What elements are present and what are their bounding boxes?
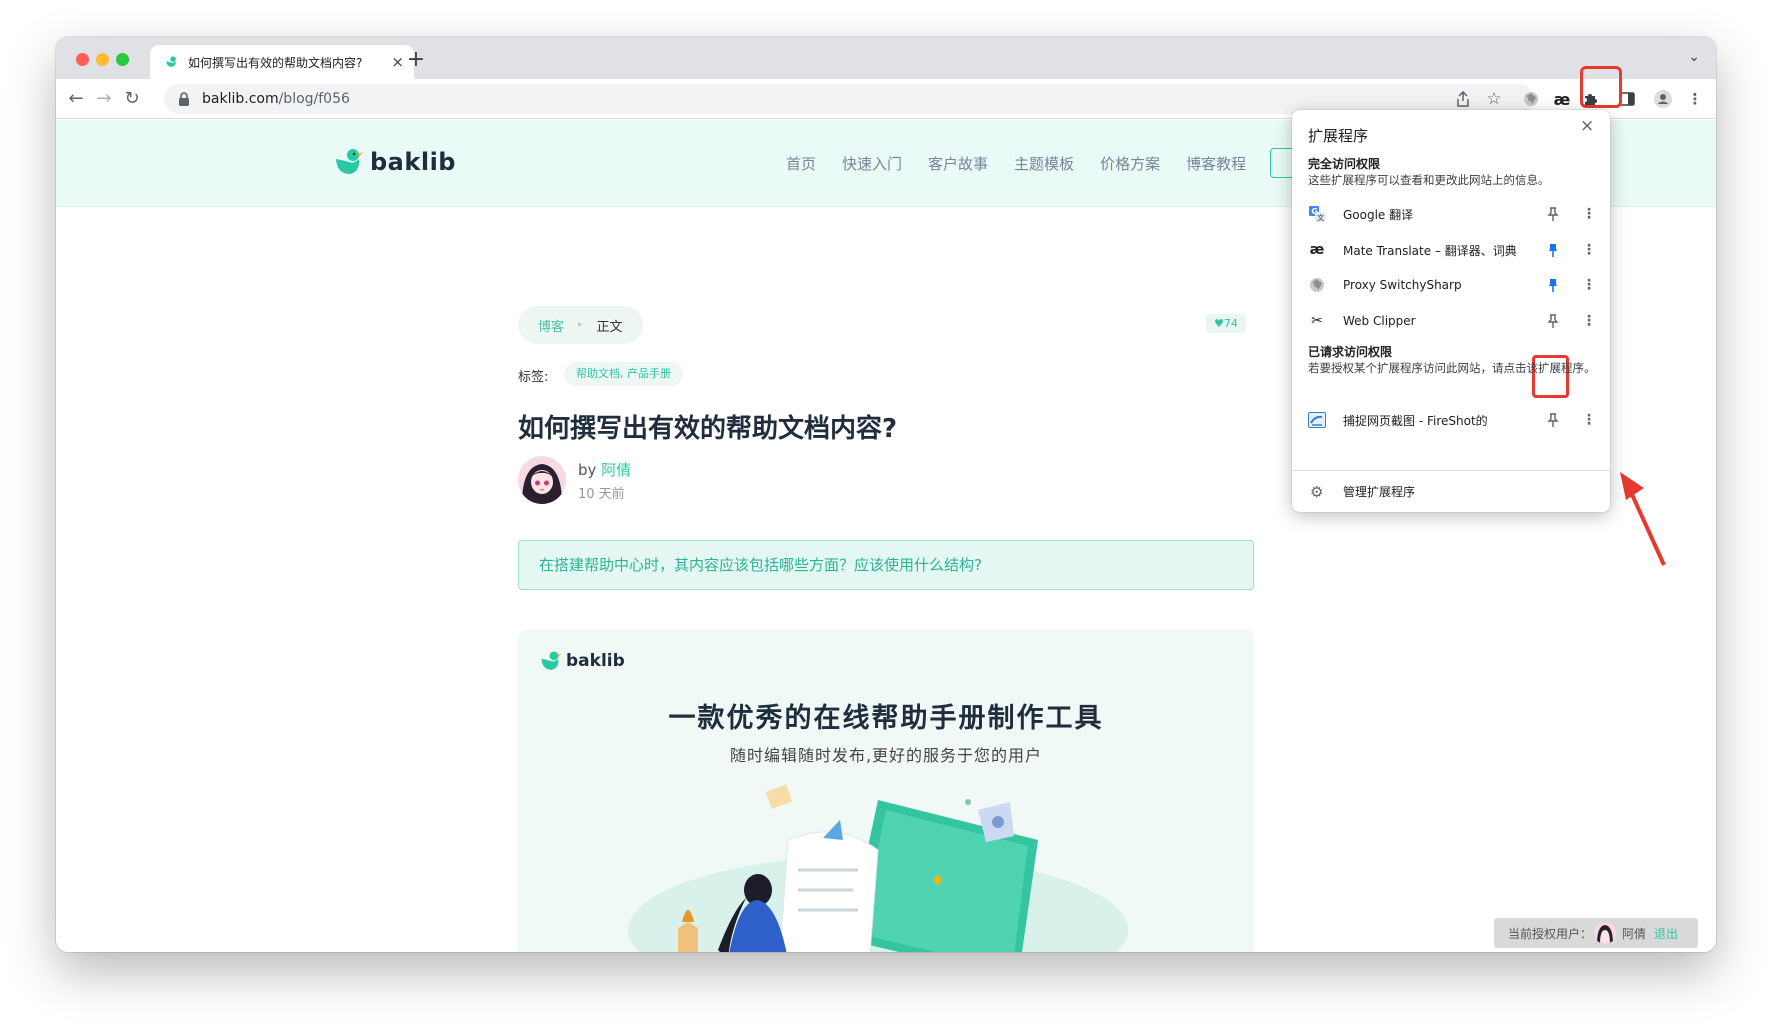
profile-avatar-icon[interactable]	[1652, 88, 1674, 110]
reload-icon[interactable]: ↻	[120, 87, 144, 111]
pinned-icon[interactable]	[1545, 277, 1561, 293]
extension-more-icon[interactable]: ⋮	[1582, 313, 1596, 329]
extension-name: 捕捉网页截图 - FireShot的	[1343, 413, 1488, 428]
auth-user-name: 阿倩	[1622, 926, 1647, 941]
requested-access-title: 已请求访问权限	[1308, 345, 1393, 359]
pin-icon[interactable]	[1545, 313, 1561, 329]
extension-row-proxy-switchysharp[interactable]: Proxy SwitchySharp ⋮	[1292, 265, 1610, 305]
banner-logo-text: baklib	[566, 651, 625, 671]
extension-more-icon[interactable]: ⋮	[1582, 206, 1596, 222]
tags-label: 标签:	[518, 370, 549, 385]
author-avatar[interactable]	[518, 456, 566, 504]
tab-active[interactable]: 如何撰写出有效的帮助文档内容? ×	[150, 45, 414, 79]
extension-name: Proxy SwitchySharp	[1343, 278, 1462, 292]
site-logo[interactable]: baklib	[334, 147, 456, 177]
author-name-link[interactable]: 阿倩	[601, 461, 631, 479]
mate-translate-toolbar-icon[interactable]: æ	[1551, 88, 1573, 110]
lock-icon	[179, 92, 189, 106]
mate-translate-icon: æ	[1309, 242, 1325, 258]
auth-label: 当前授权用户：	[1508, 926, 1593, 941]
share-icon[interactable]	[1452, 88, 1474, 110]
full-access-desc: 这些扩展程序可以查看和更改此网站上的信息。	[1308, 173, 1550, 187]
extension-name: Google 翻译	[1343, 207, 1414, 222]
back-icon[interactable]: ←	[64, 87, 88, 111]
pin-icon[interactable]	[1545, 412, 1561, 428]
nav-blog[interactable]: 博客教程	[1186, 153, 1246, 174]
extension-row-web-clipper[interactable]: ✂ Web Clipper ⋮	[1292, 301, 1610, 341]
browser-menu-icon[interactable]: ⋮	[1684, 88, 1706, 110]
extension-name: Web Clipper	[1343, 314, 1416, 328]
extensions-button-highlight	[1580, 66, 1622, 108]
baklib-bird-icon	[541, 651, 562, 670]
tab-search-icon[interactable]: ⌄	[1688, 49, 1700, 65]
popup-title: 扩展程序	[1308, 127, 1369, 145]
tab-strip: 如何撰写出有效的帮助文档内容? × + ⌄	[56, 37, 1716, 79]
extension-more-icon[interactable]: ⋮	[1582, 412, 1596, 428]
banner-logo: baklib	[540, 650, 625, 672]
tab-title: 如何撰写出有效的帮助文档内容?	[188, 55, 363, 70]
article-summary-callout: 在搭建帮助中心时，其内容应该包括哪些方面？应该使用什么结构?	[518, 540, 1254, 590]
extension-row-fireshot[interactable]: 捕捉网页截图 - FireShot的 ⋮	[1292, 400, 1610, 440]
proxy-switchysharp-toolbar-icon[interactable]	[1520, 88, 1542, 110]
extension-row-mate-translate[interactable]: æ Mate Translate – 翻译器、词典 ⋮	[1292, 230, 1610, 270]
site-nav: 首页 快速入门 客户故事 主题模板 价格方案 博客教程	[786, 153, 1246, 174]
breadcrumb-current: 正文	[596, 319, 623, 335]
authorized-user-bar: 当前授权用户： 阿倩 退出	[1494, 918, 1698, 948]
url-path: /blog/f056	[278, 91, 350, 107]
url-text: baklib.com/blog/f056	[202, 91, 350, 107]
banner-illustration	[628, 784, 1128, 952]
scissors-icon: ✂	[1311, 313, 1323, 329]
popup-divider	[1292, 470, 1610, 471]
extensions-popup: 扩展程序 × 完全访问权限 这些扩展程序可以查看和更改此网站上的信息。 G文 G…	[1292, 110, 1610, 512]
requested-access-desc: 若要授权某个扩展程序访问此网站，请点击该扩展程序。	[1308, 361, 1596, 375]
author-prefix: by	[578, 461, 597, 479]
nav-customer-stories[interactable]: 客户故事	[928, 153, 988, 174]
baklib-bird-icon	[336, 149, 363, 174]
popup-close-icon[interactable]: ×	[1580, 116, 1594, 136]
gear-icon: ⚙	[1310, 483, 1324, 501]
bookmark-star-icon[interactable]: ☆	[1483, 88, 1505, 110]
fireshot-icon	[1308, 411, 1326, 429]
baklib-favicon-icon	[166, 56, 176, 67]
logo-text: baklib	[370, 148, 456, 176]
author-byline: by 阿倩	[578, 459, 631, 480]
globe-icon	[1308, 276, 1326, 294]
breadcrumb: 博客 ▸ 正文	[518, 306, 643, 344]
logout-link[interactable]: 退出	[1654, 925, 1678, 942]
svg-text:文: 文	[1317, 213, 1325, 222]
extension-name: Mate Translate – 翻译器、词典	[1343, 243, 1517, 258]
manage-extensions-row[interactable]: ⚙ 管理扩展程序	[1292, 472, 1610, 510]
nav-themes[interactable]: 主题模板	[1014, 153, 1074, 174]
nav-home[interactable]: 首页	[786, 153, 816, 174]
nav-quickstart[interactable]: 快速入门	[842, 153, 902, 174]
browser-window: 如何撰写出有效的帮助文档内容? × + ⌄ ← → ↻ baklib.com/b…	[56, 37, 1716, 952]
pinned-icon[interactable]	[1545, 242, 1561, 258]
auth-user-avatar	[1594, 922, 1617, 944]
manage-extensions-label: 管理扩展程序	[1343, 485, 1416, 499]
tag-chip[interactable]: 帮助文档, 产品手册	[564, 362, 683, 386]
extension-row-google-translate[interactable]: G文 Google 翻译 ⋮	[1292, 194, 1610, 234]
banner-title: 一款优秀的在线帮助手册制作工具	[668, 703, 1104, 734]
maximize-window-button[interactable]	[116, 53, 129, 66]
extension-more-icon[interactable]: ⋮	[1582, 277, 1596, 293]
promo-banner: baklib 一款优秀的在线帮助手册制作工具 随时编辑随时发布,更好的服务于您的…	[518, 630, 1254, 952]
pin-icon[interactable]	[1545, 206, 1561, 222]
close-window-button[interactable]	[76, 53, 89, 66]
publish-time: 10 天前	[578, 487, 625, 502]
banner-subtitle: 随时编辑随时发布,更好的服务于您的用户	[729, 746, 1043, 765]
url-domain: baklib.com	[202, 91, 279, 107]
like-count-badge[interactable]: ♥74	[1206, 314, 1246, 333]
minimize-window-button[interactable]	[96, 53, 109, 66]
breadcrumb-separator-icon: ▸	[578, 320, 583, 330]
article-title: 如何撰写出有效的帮助文档内容?	[518, 414, 898, 444]
new-tab-button[interactable]: +	[402, 46, 430, 74]
breadcrumb-blog-link[interactable]: 博客	[538, 316, 564, 335]
extension-more-icon[interactable]: ⋮	[1582, 242, 1596, 258]
google-translate-icon: G文	[1308, 205, 1326, 223]
forward-icon[interactable]: →	[92, 87, 116, 111]
annotation-arrow-icon	[1620, 472, 1666, 566]
full-access-title: 完全访问权限	[1308, 157, 1381, 171]
nav-pricing[interactable]: 价格方案	[1100, 153, 1160, 174]
